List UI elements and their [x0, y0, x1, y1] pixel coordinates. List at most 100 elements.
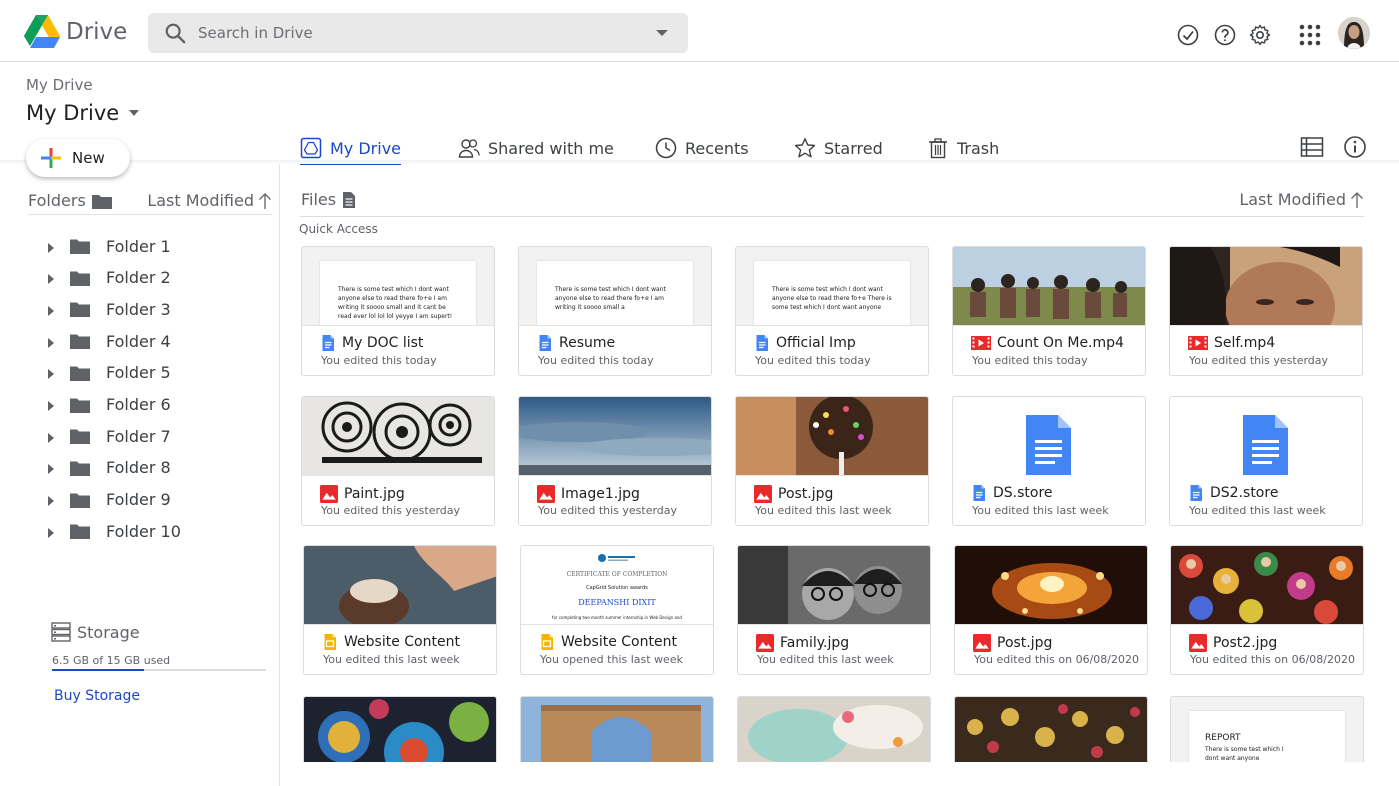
file-card-partial[interactable] — [737, 696, 931, 762]
expand-arrow-icon[interactable] — [48, 496, 54, 507]
expand-arrow-icon[interactable] — [48, 432, 54, 443]
folders-label-text: Folders — [28, 191, 86, 210]
file-thumbnail — [953, 397, 1145, 476]
file-name-text: Website Content — [344, 634, 460, 650]
file-card[interactable]: Post.jpg You edited this on 06/08/2020 — [954, 545, 1148, 675]
expand-arrow-icon[interactable] — [48, 401, 54, 411]
folder-item[interactable]: Folder 1 — [48, 234, 171, 258]
tab-starred[interactable]: Starred — [794, 133, 883, 163]
search-options-icon[interactable] — [656, 30, 668, 36]
help-icon[interactable] — [1213, 23, 1237, 47]
folder-item[interactable]: Folder 3 — [48, 297, 171, 321]
folder-item[interactable]: Folder 4 — [48, 329, 171, 353]
search-input[interactable] — [198, 21, 638, 45]
expand-arrow-icon[interactable] — [48, 305, 54, 316]
file-card[interactable]: Family.jpg You edited this last week — [737, 545, 931, 675]
storage-section[interactable]: Storage — [51, 622, 140, 642]
settings-icon[interactable] — [1248, 23, 1272, 47]
file-card-partial[interactable]: REPORT There is some test which I dont w… — [1170, 696, 1364, 762]
account-avatar[interactable] — [1338, 17, 1370, 49]
folder-icon — [70, 271, 90, 286]
folder-icon — [91, 194, 112, 209]
new-button[interactable]: New — [26, 139, 130, 177]
folders-label: Folders — [28, 191, 112, 210]
file-card-partial[interactable] — [520, 696, 714, 762]
cert-heading: CERTIFICATE OF COMPLETION — [566, 571, 668, 578]
file-card[interactable]: There is some test which I dont want any… — [735, 246, 929, 376]
expand-arrow-icon[interactable] — [48, 464, 54, 475]
file-name: Image1.jpg — [537, 485, 640, 503]
file-name: Post.jpg — [973, 634, 1052, 652]
folder-item[interactable]: Folder 10 — [48, 519, 181, 543]
tab-my-drive[interactable]: My Drive — [300, 133, 402, 165]
file-card[interactable]: Image1.jpg You edited this yesterday — [518, 396, 712, 526]
file-modified: You edited this last week — [755, 504, 892, 517]
top-bar: Drive — [0, 0, 1399, 62]
search-icon[interactable] — [164, 22, 186, 44]
folder-icon — [70, 334, 90, 350]
file-card-partial[interactable] — [303, 696, 497, 762]
tab-shared-with-me[interactable]: Shared with me — [458, 133, 614, 163]
people-icon — [458, 139, 480, 158]
file-card[interactable]: There is some test which I dont want any… — [301, 246, 495, 376]
tab-trash[interactable]: Trash — [927, 133, 999, 163]
folder-item[interactable]: Folder 6 — [48, 393, 171, 417]
tab-label: My Drive — [330, 138, 402, 158]
file-name-text: Self.mp4 — [1214, 335, 1276, 351]
folder-item[interactable]: Folder 9 — [48, 488, 171, 512]
mosaic-lamps-thumbnail — [304, 697, 496, 762]
file-card[interactable]: Paint.jpg You edited this yesterday — [301, 396, 495, 526]
breadcrumb[interactable]: My Drive — [26, 76, 93, 94]
search-bar[interactable] — [148, 13, 688, 53]
page-title[interactable]: My Drive — [26, 101, 140, 125]
file-name: Website Content — [539, 634, 677, 650]
cert-logo — [521, 548, 713, 567]
file-modified: You edited this last week — [323, 653, 460, 666]
file-card[interactable]: Count On Me.mp4 You edited this today — [952, 246, 1146, 376]
list-view-icon[interactable] — [1300, 135, 1324, 159]
file-card[interactable]: DS.store You edited this last week — [952, 396, 1146, 526]
drive-logo[interactable]: Drive — [24, 15, 127, 48]
tab-recents[interactable]: Recents — [655, 133, 749, 163]
chevron-down-icon[interactable] — [129, 110, 140, 116]
expand-arrow-icon[interactable] — [48, 274, 54, 285]
file-card-partial[interactable] — [954, 696, 1148, 762]
folder-icon — [70, 493, 90, 508]
file-card[interactable]: Website Content You edited this last week — [303, 545, 497, 675]
page-title-text: My Drive — [26, 101, 120, 125]
file-modified: You opened this last week — [540, 653, 683, 666]
file-card[interactable]: Post.jpg You edited this last week — [735, 396, 929, 526]
folder-icon — [70, 524, 90, 540]
file-card[interactable]: CERTIFICATE OF COMPLETION CapGrid Solutio… — [520, 545, 714, 675]
expand-arrow-icon[interactable] — [48, 527, 54, 538]
folder-item[interactable]: Folder 5 — [48, 361, 171, 385]
file-card[interactable]: DS2.store You edited this last week — [1169, 396, 1363, 526]
buy-storage-link[interactable]: Buy Storage — [54, 688, 140, 704]
file-modified: You edited this yesterday — [321, 504, 461, 517]
folder-item[interactable]: Folder 2 — [48, 266, 171, 290]
folder-item[interactable]: Folder 8 — [48, 456, 171, 480]
file-card[interactable]: There is some test which I dont want any… — [518, 246, 712, 376]
folder-label: Folder 4 — [106, 331, 171, 351]
sort-label: Last Modified — [1239, 190, 1346, 209]
expand-arrow-icon[interactable] — [48, 242, 54, 253]
arrow-up-icon — [259, 192, 271, 209]
expand-arrow-icon[interactable] — [48, 337, 54, 348]
file-name: DS2.store — [1188, 485, 1278, 501]
plus-icon — [41, 148, 61, 168]
folder-item[interactable]: Folder 7 — [48, 424, 171, 448]
folders-sort[interactable]: Last Modified — [147, 191, 272, 210]
file-name-text: Count On Me.mp4 — [997, 335, 1124, 351]
file-card[interactable]: Post2.jpg You edited this on 06/08/2020 — [1170, 545, 1364, 675]
apps-grid-icon[interactable] — [1298, 23, 1322, 47]
folder-icon — [70, 302, 90, 318]
file-modified: You edited this last week — [972, 504, 1109, 517]
info-icon[interactable] — [1343, 135, 1367, 159]
check-circle-icon[interactable] — [1176, 23, 1200, 47]
file-card[interactable]: Self.mp4 You edited this yesterday — [1169, 246, 1363, 376]
file-thumbnail: CERTIFICATE OF COMPLETION CapGrid Solutio… — [521, 546, 713, 625]
files-sort[interactable]: Last Modified — [1239, 190, 1364, 209]
file-modified: You edited this yesterday — [1189, 354, 1329, 367]
clock-icon — [655, 137, 677, 159]
expand-arrow-icon[interactable] — [48, 369, 54, 380]
